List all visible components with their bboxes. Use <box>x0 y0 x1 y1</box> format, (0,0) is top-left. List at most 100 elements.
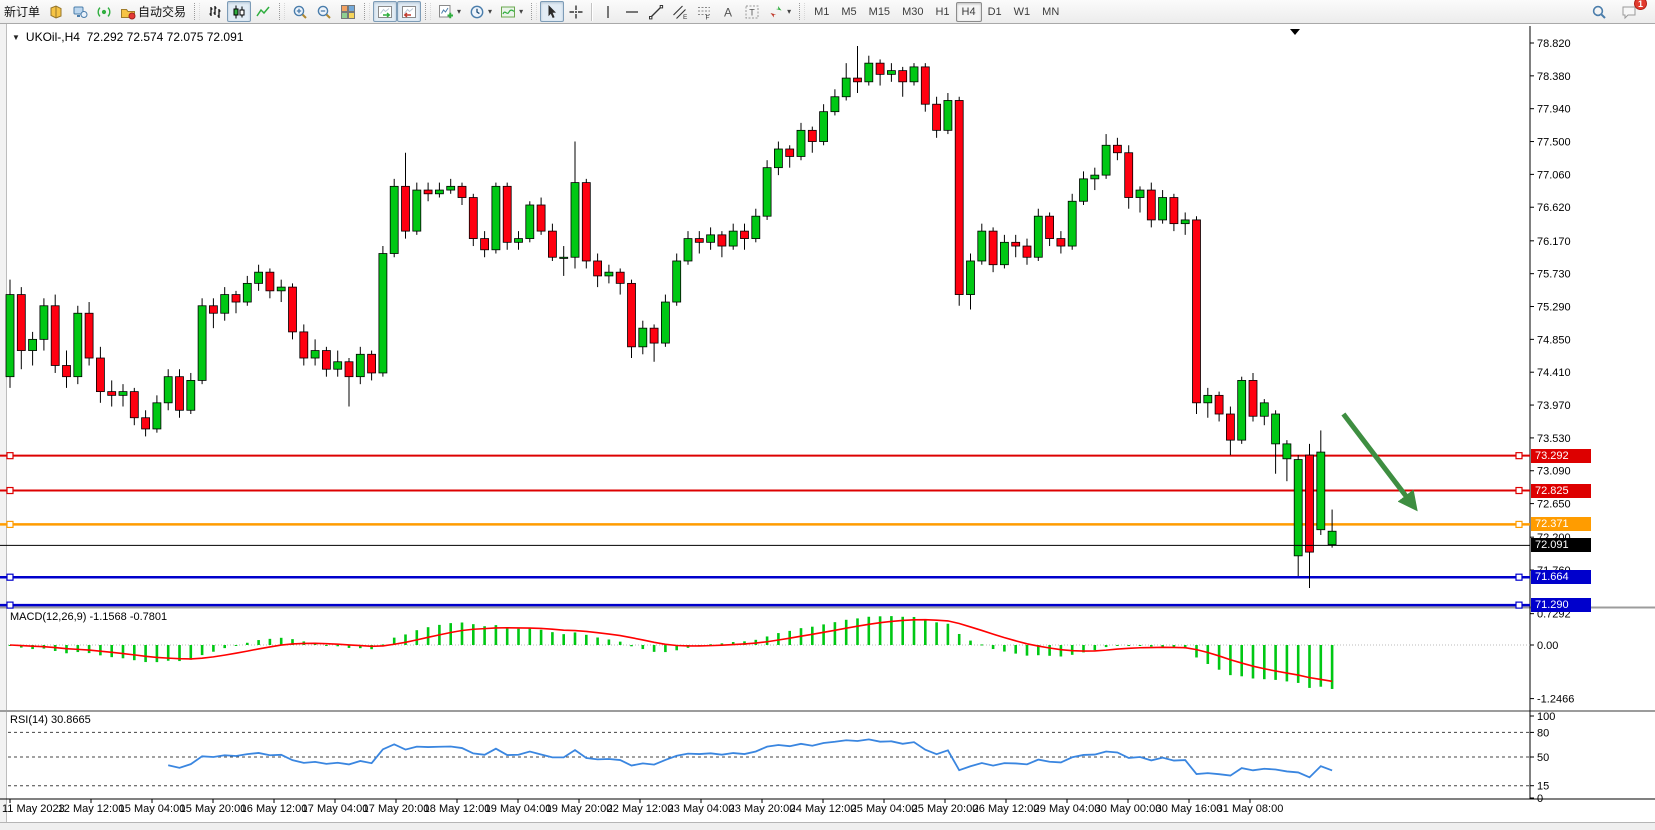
tile-windows-button[interactable] <box>336 1 360 22</box>
toolbar-right-icons: 1 <box>1587 1 1655 22</box>
price-tick-label: 73.970 <box>1537 400 1571 412</box>
terminal-icon <box>72 4 88 20</box>
line-handle[interactable] <box>7 602 13 608</box>
svg-text:A: A <box>724 5 732 19</box>
vertical-line-button[interactable] <box>596 1 620 22</box>
candlestick-icon <box>231 4 247 20</box>
chart-canvas: 78.82078.38077.94077.50077.06076.62076.1… <box>0 26 1655 824</box>
trendline-button[interactable] <box>644 1 668 22</box>
line-handle[interactable] <box>7 488 13 494</box>
zoom-in-button[interactable] <box>288 1 312 22</box>
bar-chart-icon <box>207 4 223 20</box>
time-axis-label: 22 May 12:00 <box>607 803 674 815</box>
crosshair-button[interactable] <box>564 1 588 22</box>
time-axis-label: 17 May 20:00 <box>363 803 430 815</box>
timeframe-m5-button[interactable]: M5 <box>835 2 862 22</box>
new-chart-button[interactable]: ▾ <box>434 1 465 22</box>
timeframe-m30-button[interactable]: M30 <box>896 2 929 22</box>
line-handle[interactable] <box>1516 602 1522 608</box>
autotrading-button[interactable]: 自动交易 <box>116 1 190 22</box>
price-tick-label: 74.410 <box>1537 367 1571 379</box>
time-axis-label: 16 May 12:00 <box>241 803 308 815</box>
price-tag-73.292: 73.292 <box>1531 449 1591 463</box>
dropdown-caret-icon[interactable]: ▾ <box>488 7 492 16</box>
period-button[interactable]: ▾ <box>465 1 496 22</box>
zoom-out-button[interactable] <box>312 1 336 22</box>
line-handle[interactable] <box>1516 574 1522 580</box>
chart-shift-button[interactable] <box>397 1 421 22</box>
timeframe-m15-button[interactable]: M15 <box>863 2 896 22</box>
signal-icon <box>96 4 112 20</box>
text-label-button[interactable]: T <box>740 1 764 22</box>
trend-arrow[interactable] <box>1343 414 1413 506</box>
price-tag-72.091: 72.091 <box>1531 538 1591 552</box>
symbol-period-label: UKOil-,H4 <box>26 30 80 44</box>
line-handle[interactable] <box>1516 521 1522 527</box>
macd-tick-label: -1.2466 <box>1537 694 1574 706</box>
toolbar-grip[interactable] <box>425 3 431 20</box>
trendline-icon <box>648 4 664 20</box>
toolbar-grip[interactable] <box>799 3 805 20</box>
timeframe-mn-button[interactable]: MN <box>1036 2 1065 22</box>
shapes-icon <box>768 4 784 20</box>
candlestick-button[interactable] <box>227 1 251 22</box>
zoom-out-icon <box>316 4 332 20</box>
timeframe-m1-button[interactable]: M1 <box>808 2 835 22</box>
horizontal-line-button[interactable] <box>620 1 644 22</box>
chevron-down-icon[interactable]: ▼ <box>12 33 20 42</box>
chat-button[interactable]: 1 <box>1617 1 1641 22</box>
line-handle[interactable] <box>7 453 13 459</box>
price-tag-71.290: 71.290 <box>1531 598 1591 612</box>
time-axis-label: 19 May 20:00 <box>546 803 613 815</box>
bar-chart-button[interactable] <box>203 1 227 22</box>
price-tick-label: 73.090 <box>1537 466 1571 478</box>
line-handle[interactable] <box>1516 453 1522 459</box>
toolbar-grip[interactable] <box>194 3 200 20</box>
arrows-button[interactable]: ▾ <box>764 1 795 22</box>
timeframe-w1-button[interactable]: W1 <box>1008 2 1037 22</box>
line-handle[interactable] <box>7 574 13 580</box>
toolbar-grip[interactable] <box>364 3 370 20</box>
search-button[interactable] <box>1587 1 1611 22</box>
macd-signal-line <box>10 620 1332 682</box>
text-button[interactable]: A <box>716 1 740 22</box>
time-axis-label: 18 May 12:00 <box>424 803 491 815</box>
new-order-button[interactable]: 新订单 <box>0 1 44 22</box>
market-watch-button[interactable] <box>44 1 68 22</box>
price-tick-label: 77.060 <box>1537 169 1571 181</box>
dropdown-caret-icon[interactable]: ▾ <box>787 7 791 16</box>
candlestick-series <box>6 46 1336 588</box>
time-axis-label: 26 May 12:00 <box>973 803 1040 815</box>
signals-button[interactable] <box>92 1 116 22</box>
price-line-71.664[interactable] <box>0 574 1530 580</box>
toolbar-grip[interactable] <box>279 3 285 20</box>
time-axis-label: 15 May 20:00 <box>180 803 247 815</box>
dropdown-caret-icon[interactable]: ▾ <box>457 7 461 16</box>
toolbar-separator <box>591 3 593 21</box>
macd-indicator-label: MACD(12,26,9) -1.1568 -0.7801 <box>10 611 167 623</box>
line-chart-button[interactable] <box>251 1 275 22</box>
rsi-line <box>168 739 1332 777</box>
timeframe-h4-button[interactable]: H4 <box>956 2 982 22</box>
toolbar-grip[interactable] <box>531 3 537 20</box>
time-axis-label: 19 May 04:00 <box>485 803 552 815</box>
time-axis-label: 25 May 04:00 <box>851 803 918 815</box>
equidistant-channel-button[interactable]: E <box>668 1 692 22</box>
dropdown-caret-icon[interactable]: ▾ <box>519 7 523 16</box>
auto-scroll-button[interactable] <box>373 1 397 22</box>
price-tick-label: 78.380 <box>1537 71 1571 83</box>
macd-tick-label: 0.00 <box>1537 640 1558 652</box>
price-line-73.292[interactable] <box>0 453 1530 459</box>
cursor-button[interactable] <box>540 1 564 22</box>
timeframe-d1-button[interactable]: D1 <box>982 2 1008 22</box>
line-handle[interactable] <box>7 521 13 527</box>
template-button[interactable]: ▾ <box>496 1 527 22</box>
fibonacci-button[interactable]: F <box>692 1 716 22</box>
time-axis-label: 17 May 04:00 <box>302 803 369 815</box>
price-tag-71.664: 71.664 <box>1531 570 1591 584</box>
timeframe-h1-button[interactable]: H1 <box>929 2 955 22</box>
terminal-button[interactable] <box>68 1 92 22</box>
svg-text:F: F <box>706 14 710 20</box>
line-handle[interactable] <box>1516 488 1522 494</box>
price-tag-72.825: 72.825 <box>1531 484 1591 498</box>
